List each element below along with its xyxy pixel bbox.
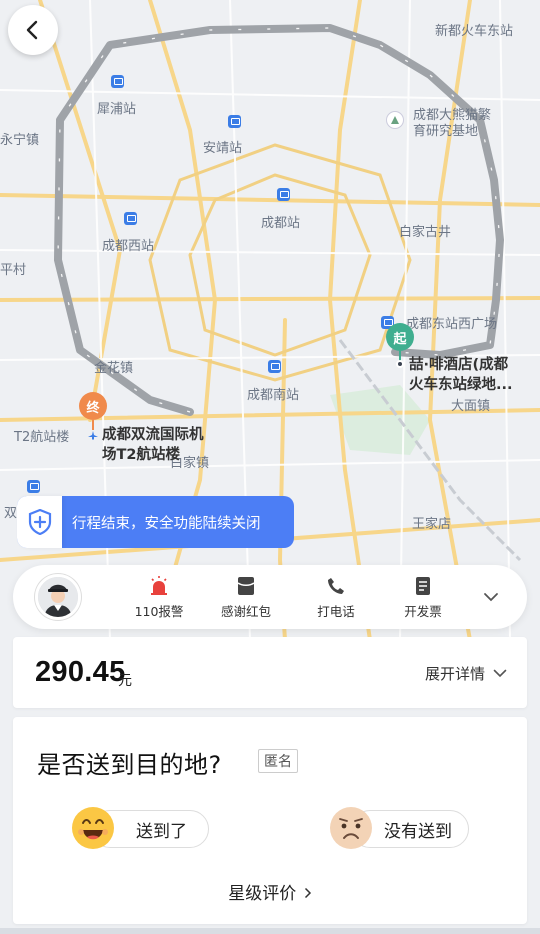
red-packet-icon [206,575,286,597]
emergency-110-label: 110报警 [134,604,184,619]
invoice-icon [383,575,463,597]
invoice-label: 开发票 [404,604,442,619]
map-label: T2航站楼 [14,430,70,445]
fare-unit: 元 [118,673,132,689]
shield-plus-icon [17,496,62,548]
metro-station-icon [268,360,281,373]
map-label: 成都西站 [102,239,155,254]
end-pin[interactable]: 终 [79,392,107,420]
map-label: 成都站 [261,216,301,231]
anonymous-tag: 匿名 [258,749,298,773]
safety-banner[interactable]: 行程结束，安全功能陆续关闭 [17,496,294,548]
map-label: 王家店 [412,517,452,532]
start-pin[interactable]: 起 [386,323,414,351]
map-label: 大面镇 [451,399,491,414]
map-label: 新都火车东站 [435,24,514,39]
metro-station-icon [111,75,124,88]
map-label: 双 [4,506,18,521]
chevron-down-icon [484,593,498,602]
action-bar: 110报警 感谢红包 打电话 开发票 [13,565,527,629]
back-button[interactable] [8,5,58,55]
end-pin-label: 终 [86,400,100,416]
airplane-icon [88,428,98,440]
map-label: 金花镇 [94,361,134,376]
metro-station-icon [277,188,290,201]
invoice-button[interactable]: 开发票 [383,575,463,620]
metro-station-icon [124,212,137,225]
alarm-icon [119,575,199,597]
fare-card: 290.45 元 展开详情 [13,637,527,708]
call-driver-label: 打电话 [317,604,355,619]
map-label: 育研究基地 [413,124,479,139]
thank-red-packet-button[interactable]: 感谢红包 [206,575,286,620]
emergency-110-button[interactable]: 110报警 [119,575,199,620]
survey-question: 是否送到目的地? [37,751,222,779]
thank-red-packet-label: 感谢红包 [220,604,271,619]
map-label: 白家古井 [399,225,452,240]
more-actions-button[interactable] [480,587,502,607]
map-label: 成都南站 [247,388,300,403]
sad-face-icon [329,806,373,850]
map-label: 永宁镇 [0,133,40,148]
map-label: 成都东站西广场 [406,317,498,332]
map-label: 安靖站 [203,141,243,156]
expand-details-label: 展开详情 [424,665,485,683]
map-label: 平村 [0,263,27,278]
fare-amount: 290.45 [35,656,126,688]
chevron-down-icon [493,669,507,678]
phone-icon [296,575,376,597]
chevron-left-icon [26,20,38,40]
bottom-edge [0,928,540,934]
happy-face-icon [71,806,115,850]
call-driver-button[interactable]: 打电话 [296,575,376,620]
chevron-right-icon [304,887,311,899]
destination-name: 成都双流国际机 场T2航站楼 [102,427,204,463]
safety-banner-text: 行程结束，安全功能陆续关闭 [72,515,261,532]
start-point-dot [396,360,404,368]
star-rating-link[interactable]: 星级评价 [13,879,527,904]
metro-station-icon [228,115,241,128]
driver-avatar[interactable] [35,574,81,620]
expand-details-button[interactable]: 展开详情 [425,663,507,684]
landmark-icon [386,111,404,129]
origin-name: 喆·啡酒店(成都 火车东站绿地... [409,357,513,393]
map-label: 犀浦站 [97,102,137,117]
arrived-no-label: 没有送到 [384,821,452,842]
arrival-survey-card: 是否送到目的地? 匿名 送到了 没有送到 星级评价 [13,717,527,924]
metro-station-icon [27,480,40,493]
star-rating-label: 星级评价 [228,884,297,904]
start-pin-label: 起 [393,331,407,347]
arrived-yes-label: 送到了 [136,821,187,842]
